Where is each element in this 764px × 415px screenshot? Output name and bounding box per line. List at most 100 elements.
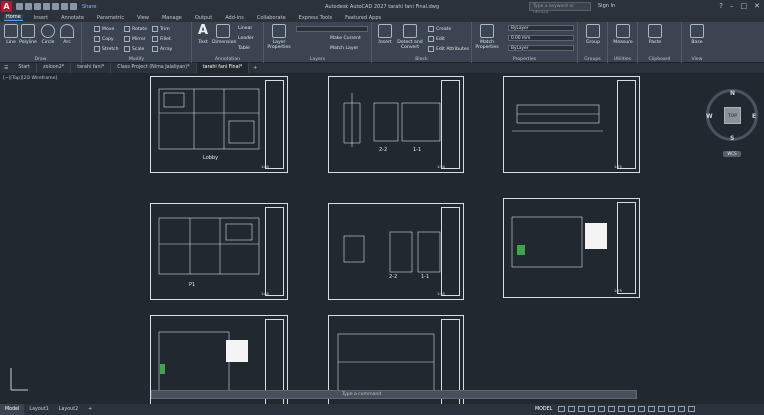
- layer-dropdown[interactable]: [296, 26, 368, 32]
- measure-button[interactable]: Measure: [612, 24, 634, 45]
- otrack-icon[interactable]: [608, 406, 616, 412]
- detect-convert-button[interactable]: Detect and Convert: [396, 24, 424, 50]
- annotation-scale-icon[interactable]: [628, 406, 636, 412]
- compass-north[interactable]: N: [730, 90, 735, 97]
- help-icon[interactable]: ?: [719, 2, 723, 10]
- maximize-icon[interactable]: □: [741, 2, 748, 10]
- units-icon[interactable]: [648, 406, 656, 412]
- match-layer-button[interactable]: Match Layer: [330, 46, 358, 51]
- layer-properties-button[interactable]: Layer Properties: [266, 24, 292, 50]
- paste-button[interactable]: Paste: [644, 24, 666, 45]
- model-space-toggle[interactable]: MODEL: [535, 407, 552, 412]
- compass-west[interactable]: W: [706, 113, 713, 120]
- layout-sheet-3[interactable]: 1:75: [503, 76, 640, 173]
- snap-icon[interactable]: [568, 406, 576, 412]
- workspace-icon[interactable]: [638, 406, 646, 412]
- osnap-icon[interactable]: [598, 406, 606, 412]
- tab-annotate[interactable]: Annotate: [59, 15, 86, 21]
- trim-tool[interactable]: Trim: [152, 26, 170, 32]
- layout-sheet-5[interactable]: 2-2 1-1 1:50: [328, 203, 464, 300]
- table-button[interactable]: Table: [238, 46, 250, 51]
- tab-home[interactable]: Home: [4, 14, 23, 21]
- copy-tool[interactable]: Copy: [94, 36, 114, 42]
- search-input[interactable]: Type a keyword or phrase: [529, 2, 591, 16]
- wcs-menu[interactable]: WCS: [723, 151, 741, 157]
- lineweight-dropdown[interactable]: 0.00 mm: [508, 35, 574, 41]
- redo-icon[interactable]: [70, 3, 77, 10]
- tab-collaborate[interactable]: Collaborate: [255, 15, 288, 21]
- layout-sheet-6[interactable]: 1:75: [503, 198, 640, 298]
- new-tab-icon[interactable]: +: [249, 66, 261, 71]
- tab-view[interactable]: View: [135, 15, 151, 21]
- ortho-icon[interactable]: [578, 406, 586, 412]
- lineweight-icon[interactable]: [618, 406, 626, 412]
- linetype-dropdown[interactable]: ByLayer: [508, 45, 574, 51]
- tab-insert[interactable]: Insert: [32, 15, 50, 21]
- fullscreen-icon[interactable]: [678, 406, 686, 412]
- polar-icon[interactable]: [588, 406, 596, 412]
- make-current-button[interactable]: Make Current: [330, 36, 361, 41]
- tab-output[interactable]: Output: [193, 15, 214, 21]
- dimension-tool[interactable]: Dimension: [212, 24, 236, 45]
- tab-express-tools[interactable]: Express Tools: [297, 15, 334, 21]
- base-button[interactable]: Base: [686, 24, 708, 45]
- customize-icon[interactable]: [688, 406, 696, 412]
- save-icon[interactable]: [34, 3, 41, 10]
- layout-sheet-1[interactable]: Lobby 1:80: [150, 76, 288, 173]
- stretch-tool[interactable]: Stretch: [94, 46, 119, 52]
- scale-tool[interactable]: Scale: [124, 46, 144, 52]
- insert-button[interactable]: Insert: [374, 24, 396, 45]
- doc-tab-tarahi-fani[interactable]: tarahi fani*: [71, 63, 112, 73]
- quick-properties-icon[interactable]: [658, 406, 666, 412]
- text-tool[interactable]: A Text: [192, 24, 214, 46]
- linear-dropdown[interactable]: Linear: [238, 26, 252, 31]
- command-line[interactable]: Type a command: [151, 390, 637, 399]
- arc-tool[interactable]: Arc: [56, 24, 78, 45]
- close-icon[interactable]: ✕: [754, 2, 760, 10]
- compass-south[interactable]: S: [730, 135, 734, 142]
- tab-parametric[interactable]: Parametric: [95, 15, 126, 21]
- command-input[interactable]: Type a command: [342, 392, 381, 397]
- undo-icon[interactable]: [61, 3, 68, 10]
- isolate-icon[interactable]: [668, 406, 676, 412]
- move-tool[interactable]: Move: [94, 26, 114, 32]
- new-file-icon[interactable]: [16, 3, 23, 10]
- fillet-tool[interactable]: Fillet: [152, 36, 171, 42]
- sign-in-button[interactable]: Sign In: [598, 3, 615, 9]
- layout-tab-layout2[interactable]: Layout2: [54, 404, 83, 415]
- layout-sheet-4[interactable]: P1 1:80: [150, 203, 288, 300]
- tab-add-ins[interactable]: Add-ins: [223, 15, 246, 21]
- save-as-icon[interactable]: [43, 3, 50, 10]
- rotate-tool[interactable]: Rotate: [124, 26, 147, 32]
- plot-icon[interactable]: [52, 3, 59, 10]
- edit-attributes-button[interactable]: Edit Attributes: [428, 46, 469, 52]
- add-layout-icon[interactable]: +: [83, 404, 97, 415]
- share-button[interactable]: Share: [82, 4, 96, 10]
- grid-icon[interactable]: [558, 406, 566, 412]
- doc-tab-start[interactable]: Start: [12, 63, 38, 73]
- color-dropdown[interactable]: ByLayer: [508, 25, 574, 31]
- layout-sheet-2[interactable]: 2-2 1-1 1:50: [328, 76, 464, 173]
- minimize-icon[interactable]: –: [730, 2, 734, 10]
- tab-featured-apps[interactable]: Featured Apps: [343, 15, 383, 21]
- menu-icon[interactable]: ☰: [0, 66, 12, 71]
- doc-tab-tarahi-fani-final[interactable]: tarahi fani Final*: [196, 63, 250, 73]
- polyline-tool[interactable]: Polyline: [17, 24, 39, 45]
- layout-tab-model[interactable]: Model: [0, 404, 25, 415]
- leader-dropdown[interactable]: Leader: [238, 36, 254, 41]
- layout-tab-layout1[interactable]: Layout1: [24, 404, 53, 415]
- compass-east[interactable]: E: [752, 113, 756, 120]
- tab-manage[interactable]: Manage: [160, 15, 184, 21]
- viewcube-top-face[interactable]: TOP: [724, 107, 741, 124]
- array-tool[interactable]: Array: [152, 46, 172, 52]
- edit-block-button[interactable]: Edit: [428, 36, 445, 42]
- group-button[interactable]: Group: [582, 24, 604, 45]
- create-block-button[interactable]: Create: [428, 26, 451, 32]
- match-properties-button[interactable]: Match Properties: [474, 24, 500, 50]
- doc-tab-class-project[interactable]: Class Project (Nima Jalaliyan)*: [111, 63, 197, 73]
- doc-tab-zoloon2[interactable]: zoloon2*: [37, 63, 72, 73]
- mirror-tool[interactable]: Mirror: [124, 36, 146, 42]
- open-file-icon[interactable]: [25, 3, 32, 10]
- viewport-controls[interactable]: [−][Top][2D Wireframe]: [3, 76, 57, 81]
- app-menu-button[interactable]: A: [1, 1, 12, 12]
